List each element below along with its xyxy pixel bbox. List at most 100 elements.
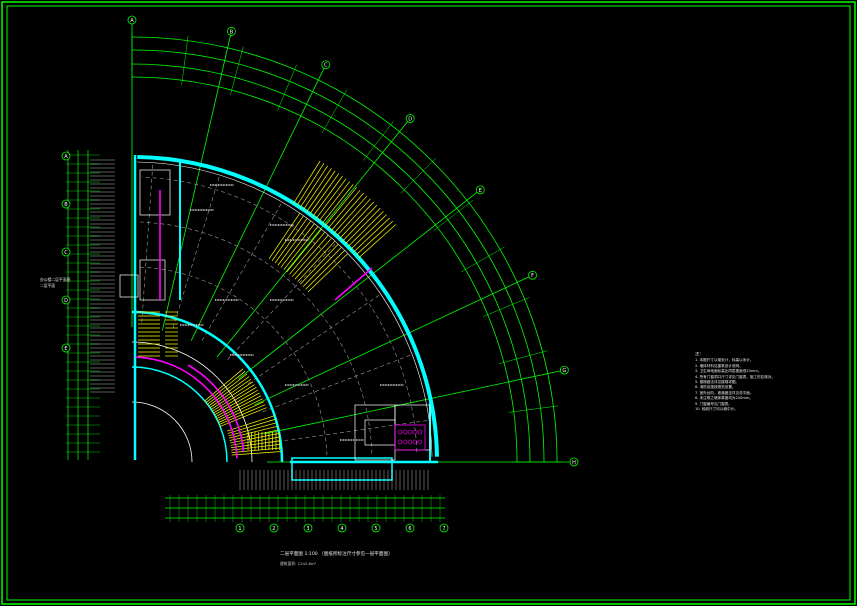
inner-curved-wall — [131, 310, 284, 463]
axis-bubble: B — [61, 199, 71, 209]
magenta-fixture — [417, 439, 423, 445]
magenta-rail — [334, 267, 373, 301]
axis-bubble-label: E — [479, 188, 482, 194]
magenta-fixture — [402, 429, 408, 435]
grid-radial — [270, 419, 430, 443]
axis-bubbles: A B C D E F G H A B C D E 1 2 3 4 5 6 7 — [61, 15, 579, 533]
dimension-tick — [433, 200, 474, 231]
stair-tread — [294, 237, 332, 280]
grid-arc — [138, 266, 328, 456]
axis-bubble: H — [569, 457, 579, 467]
sheet-inner-border — [6, 5, 851, 601]
drawing-caption: 二层平面图 1:100 （图纸所标注尺寸参见一层平面图） 建筑面积: 1242.… — [280, 551, 393, 567]
stair-tread — [300, 243, 339, 285]
building-walls — [119, 155, 439, 481]
dimension-arc — [131, 49, 545, 463]
axis-bubble-label: B — [230, 29, 234, 35]
grid-radial — [201, 202, 283, 341]
magenta-fixture — [407, 439, 413, 445]
dimension-tick — [508, 405, 559, 413]
stair-tread — [277, 220, 312, 266]
axis-bubble: 3 — [303, 523, 313, 533]
axis-bubble: C — [61, 247, 71, 257]
radial-axis-line — [238, 190, 479, 380]
axis-bubble: C — [321, 60, 331, 70]
corridor-wall — [131, 341, 253, 463]
dimension-tick — [363, 120, 394, 161]
stair-tread — [289, 231, 326, 275]
bottom-dimension-block — [165, 470, 445, 522]
axis-bubble: A — [127, 15, 137, 25]
magenta-fixture — [417, 429, 423, 435]
axis-bubble-label: D — [64, 298, 68, 304]
notes-list: 1. 本图尺寸以毫米计，标高以米计。 2. 墙体材料见建筑设计说明。 3. 卫生间地… — [695, 358, 855, 412]
dimension-arc — [131, 63, 531, 463]
left-dimension-block — [66, 150, 115, 460]
room-outline — [364, 419, 396, 446]
axis-bubble-label: C — [64, 250, 68, 256]
general-notes: 注： 1. 本图尺寸以毫米计，标高以米计。 2. 墙体材料见建筑设计说明。 3. 卫… — [695, 352, 855, 412]
axis-bubble-label: G — [562, 368, 566, 374]
axis-bubble: G — [559, 365, 569, 375]
axis-bubble: 1 — [235, 523, 245, 533]
stair-tread — [271, 215, 304, 262]
axis-bubble-label: 7 — [442, 526, 445, 532]
grid-arc — [140, 221, 373, 454]
dimension-tick — [482, 297, 530, 317]
axis-bubble-label: 6 — [408, 526, 411, 532]
annotation-marks — [180, 184, 404, 441]
dimension-tick — [400, 157, 437, 194]
dimension-arc — [131, 76, 518, 463]
axis-bubble-label: 4 — [340, 526, 343, 532]
stair-tread — [297, 240, 336, 282]
room-outline — [139, 169, 171, 216]
axis-bubble: A — [61, 151, 71, 161]
axis-bubble-label: 2 — [272, 526, 275, 532]
axis-bubble-label: F — [531, 273, 534, 279]
axis-bubble-label: A — [130, 18, 134, 24]
axis-bubble: E — [61, 343, 71, 353]
grid-radial — [141, 162, 154, 323]
axis-bubble: D — [405, 114, 415, 123]
drawing-scale: 1:100 — [304, 552, 318, 557]
grid-arc — [141, 176, 418, 453]
magenta-fixture — [397, 429, 403, 435]
stair-tread — [228, 422, 277, 437]
drawing-area: 建筑面积: 1242.6m² — [280, 561, 317, 566]
inner-wall-3 — [131, 401, 193, 463]
stair-tread — [227, 418, 276, 434]
cad-drawing-sheet: A B C D E F G H A B C D E 1 2 3 4 5 6 7 — [1, 1, 856, 605]
axis-bubble: 7 — [439, 523, 449, 533]
axis-bubble-label: E — [64, 346, 67, 352]
grid-radial — [247, 293, 381, 384]
grid-radial — [262, 354, 413, 413]
stair-tread — [302, 246, 342, 287]
axis-bubble-label: 5 — [374, 526, 377, 532]
stair-tread — [231, 443, 281, 451]
axis-bubble: 2 — [269, 523, 279, 533]
axis-bubble-label: D — [408, 117, 412, 123]
dimension-arc — [131, 36, 558, 463]
magenta-fixture — [402, 439, 408, 445]
dimension-tick — [230, 46, 244, 96]
side-label: 办公楼二层平面图 二层平面 — [40, 277, 70, 289]
axis-bubble-label: 1 — [238, 526, 241, 532]
stair-tread — [286, 229, 322, 273]
axis-bubble: D — [61, 295, 71, 305]
dimension-tick — [181, 35, 189, 86]
stairs — [138, 160, 397, 456]
drawing-title: 二层平面图 — [280, 552, 303, 557]
side-note-2: 二层平面 — [40, 283, 56, 288]
radial-axis-line — [254, 275, 531, 406]
inner-wall-2 — [131, 366, 228, 463]
axis-bubble: F — [528, 270, 537, 280]
axis-bubble-label: H — [572, 460, 576, 466]
radial-axis-line — [161, 33, 232, 331]
axis-bubble-label: B — [64, 202, 68, 208]
axis-bubble-label: 3 — [306, 526, 309, 532]
radial-axis-line — [190, 66, 326, 341]
dimension-tick — [460, 246, 505, 273]
stair-tread — [307, 253, 349, 293]
magenta-fixture — [397, 439, 403, 445]
axis-bubble: E — [475, 185, 485, 195]
